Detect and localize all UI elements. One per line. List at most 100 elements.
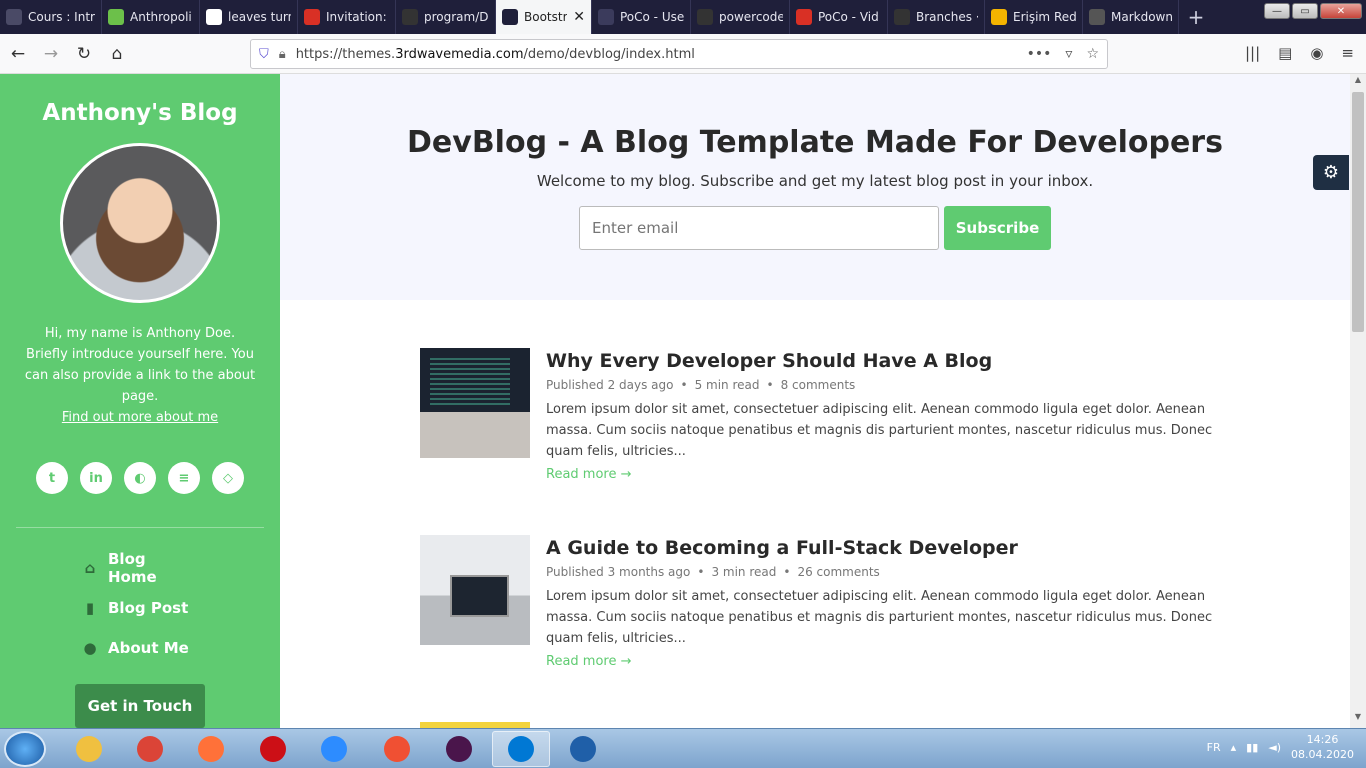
post-comments[interactable]: 26 comments [797, 565, 879, 579]
sidebar-nav: ⌂ Blog Home ▮ Blog Post ● About Me [0, 548, 280, 668]
sidebar-item-about-me[interactable]: ● About Me [0, 628, 280, 668]
url-bar[interactable]: ⛉ 🔒︎ https://themes.3rdwavemedia.com/dem… [250, 39, 1108, 69]
maximize-icon[interactable]: ▭ [1292, 3, 1318, 19]
app-icon-graphic [321, 736, 347, 762]
twitter-icon[interactable]: t [36, 462, 68, 494]
get-in-touch-button[interactable]: Get in Touch [75, 684, 205, 728]
blog-name[interactable]: Anthony's Blog [0, 100, 280, 126]
sidebar-item-label: About Me [108, 639, 189, 657]
tray-expand-icon[interactable]: ▴ [1231, 741, 1237, 754]
sidebar-item-label: Blog Home [108, 550, 157, 586]
github-icon [402, 9, 418, 25]
hero-subtitle: Welcome to my blog. Subscribe and get my… [536, 172, 1094, 190]
home-icon[interactable]: ⌂ [102, 39, 132, 69]
new-tab-icon[interactable]: + [1179, 0, 1213, 34]
tab-title: PoCo - Vid [818, 10, 879, 24]
close-window-icon[interactable]: ✕ [1320, 3, 1362, 19]
language-indicator[interactable]: FR [1207, 741, 1221, 754]
post-title[interactable]: A Guide to Becoming a Full-Stack Develop… [546, 535, 1218, 561]
zoom-icon[interactable] [305, 731, 363, 767]
slack-icon[interactable] [430, 731, 488, 767]
read-more-link[interactable]: Read more → [546, 467, 1218, 482]
codepen-icon[interactable]: ◇ [212, 462, 244, 494]
app-icon[interactable] [554, 731, 612, 767]
browser-tab[interactable]: program/D [396, 0, 496, 34]
gear-icon[interactable]: ⚙ [1313, 155, 1349, 190]
browser-tab[interactable]: Bootstr ✕ [496, 0, 592, 34]
app-icon-graphic [260, 736, 286, 762]
poco-icon [598, 9, 614, 25]
git-icon[interactable] [368, 731, 426, 767]
scroll-down-icon[interactable]: ▼ [1352, 712, 1364, 728]
post-comments[interactable]: 8 comments [781, 378, 856, 392]
scroll-up-icon[interactable]: ▲ [1352, 75, 1364, 91]
system-tray: FR ▴ ▮▮ ◄) 14:26 08.04.2020 [1207, 732, 1354, 762]
menu-icon[interactable]: ≡ [1341, 44, 1354, 62]
hero-section: DevBlog - A Blog Template Made For Devel… [280, 74, 1350, 300]
app-icon-graphic [137, 736, 163, 762]
bookmark-star-icon[interactable]: ☆ [1086, 46, 1099, 62]
meta-separator: • [697, 565, 705, 579]
post-body: Why Every Developer Should Have A Blog Pu… [546, 348, 1218, 482]
volume-icon[interactable]: ◄) [1268, 741, 1281, 754]
clock[interactable]: 14:26 08.04.2020 [1291, 732, 1354, 762]
opera-icon[interactable] [244, 731, 302, 767]
poco-video-icon [796, 9, 812, 25]
browser-tab[interactable]: powercode [691, 0, 790, 34]
sidebar-item-blog-home[interactable]: ⌂ Blog Home [0, 548, 280, 588]
post-meta: Published 2 days ago • 5 min read • 8 commen… [546, 378, 1218, 392]
post-thumbnail[interactable] [420, 348, 530, 458]
sidebar-item-blog-post[interactable]: ▮ Blog Post [0, 588, 280, 628]
vscode-icon[interactable] [492, 731, 550, 767]
app-icon-graphic [570, 736, 596, 762]
read-more-link[interactable]: Read more → [546, 654, 1218, 669]
social-links: t in ◐ ≡ ◇ [0, 462, 280, 494]
windows-explorer-icon[interactable] [60, 731, 118, 767]
about-link[interactable]: Find out more about me [22, 407, 258, 428]
windows-taskbar: FR ▴ ▮▮ ◄) 14:26 08.04.2020 [0, 728, 1366, 768]
blog-sidebar: Anthony's Blog Hi, my name is Anthony Do… [0, 74, 280, 728]
github-icon[interactable]: ◐ [124, 462, 156, 494]
clock-time: 14:26 [1306, 733, 1339, 746]
sidebar-toggle-icon[interactable]: ▤ [1278, 44, 1292, 62]
forward-icon[interactable]: → [36, 39, 66, 69]
app-icon-graphic [198, 736, 224, 762]
linkedin-icon[interactable]: in [80, 462, 112, 494]
chrome-icon[interactable] [121, 731, 179, 767]
scrollbar-thumb[interactable] [1352, 92, 1364, 332]
back-icon[interactable]: ← [3, 39, 33, 69]
browser-tab[interactable]: leaves turn [200, 0, 298, 34]
library-icon[interactable]: ||| [1245, 44, 1260, 62]
lock-icon: 🔒︎ [278, 46, 286, 62]
browser-tab[interactable]: Erişim Red [985, 0, 1083, 34]
browser-tab[interactable]: Invitation: [298, 0, 396, 34]
browser-tab[interactable]: Anthropoli [102, 0, 200, 34]
more-actions-icon[interactable]: ••• [1027, 46, 1052, 62]
post-thumbnail[interactable] [420, 535, 530, 645]
window-controls: — ▭ ✕ [1264, 3, 1362, 19]
tab-title: program/D [424, 10, 489, 24]
email-input[interactable] [579, 206, 939, 250]
browser-tab[interactable]: PoCo - Useful l [592, 0, 691, 34]
browser-tab[interactable]: Cours : Intr [0, 0, 102, 34]
pocket-icon[interactable]: ▿ [1065, 46, 1072, 62]
close-icon[interactable]: ✕ [573, 9, 585, 25]
minimize-icon[interactable]: — [1264, 3, 1290, 19]
browser-tab[interactable]: Markdown [1083, 0, 1179, 34]
network-icon[interactable]: ▮▮ [1246, 741, 1258, 754]
reload-icon[interactable]: ↻ [69, 39, 99, 69]
gmail-icon [304, 9, 320, 25]
meta-separator: • [680, 378, 688, 392]
post-excerpt: Lorem ipsum dolor sit amet, consectetuer… [546, 402, 1213, 459]
stackoverflow-icon[interactable]: ≡ [168, 462, 200, 494]
subscribe-button[interactable]: Subscribe [944, 206, 1051, 250]
post-title[interactable]: Why Every Developer Should Have A Blog [546, 348, 1218, 374]
account-icon[interactable]: ◉ [1310, 44, 1323, 62]
tracking-shield-icon[interactable]: ⛉ [259, 47, 269, 62]
browser-tab[interactable]: PoCo - Vid [790, 0, 888, 34]
browser-tab[interactable]: Branches · [888, 0, 985, 34]
tab-icon-anthropoli [108, 9, 124, 25]
windows-start-icon[interactable] [4, 731, 46, 767]
browser-tab-bar: Cours : Intr Anthropoli leaves turn Invitat… [0, 0, 1366, 34]
firefox-icon[interactable] [182, 731, 240, 767]
